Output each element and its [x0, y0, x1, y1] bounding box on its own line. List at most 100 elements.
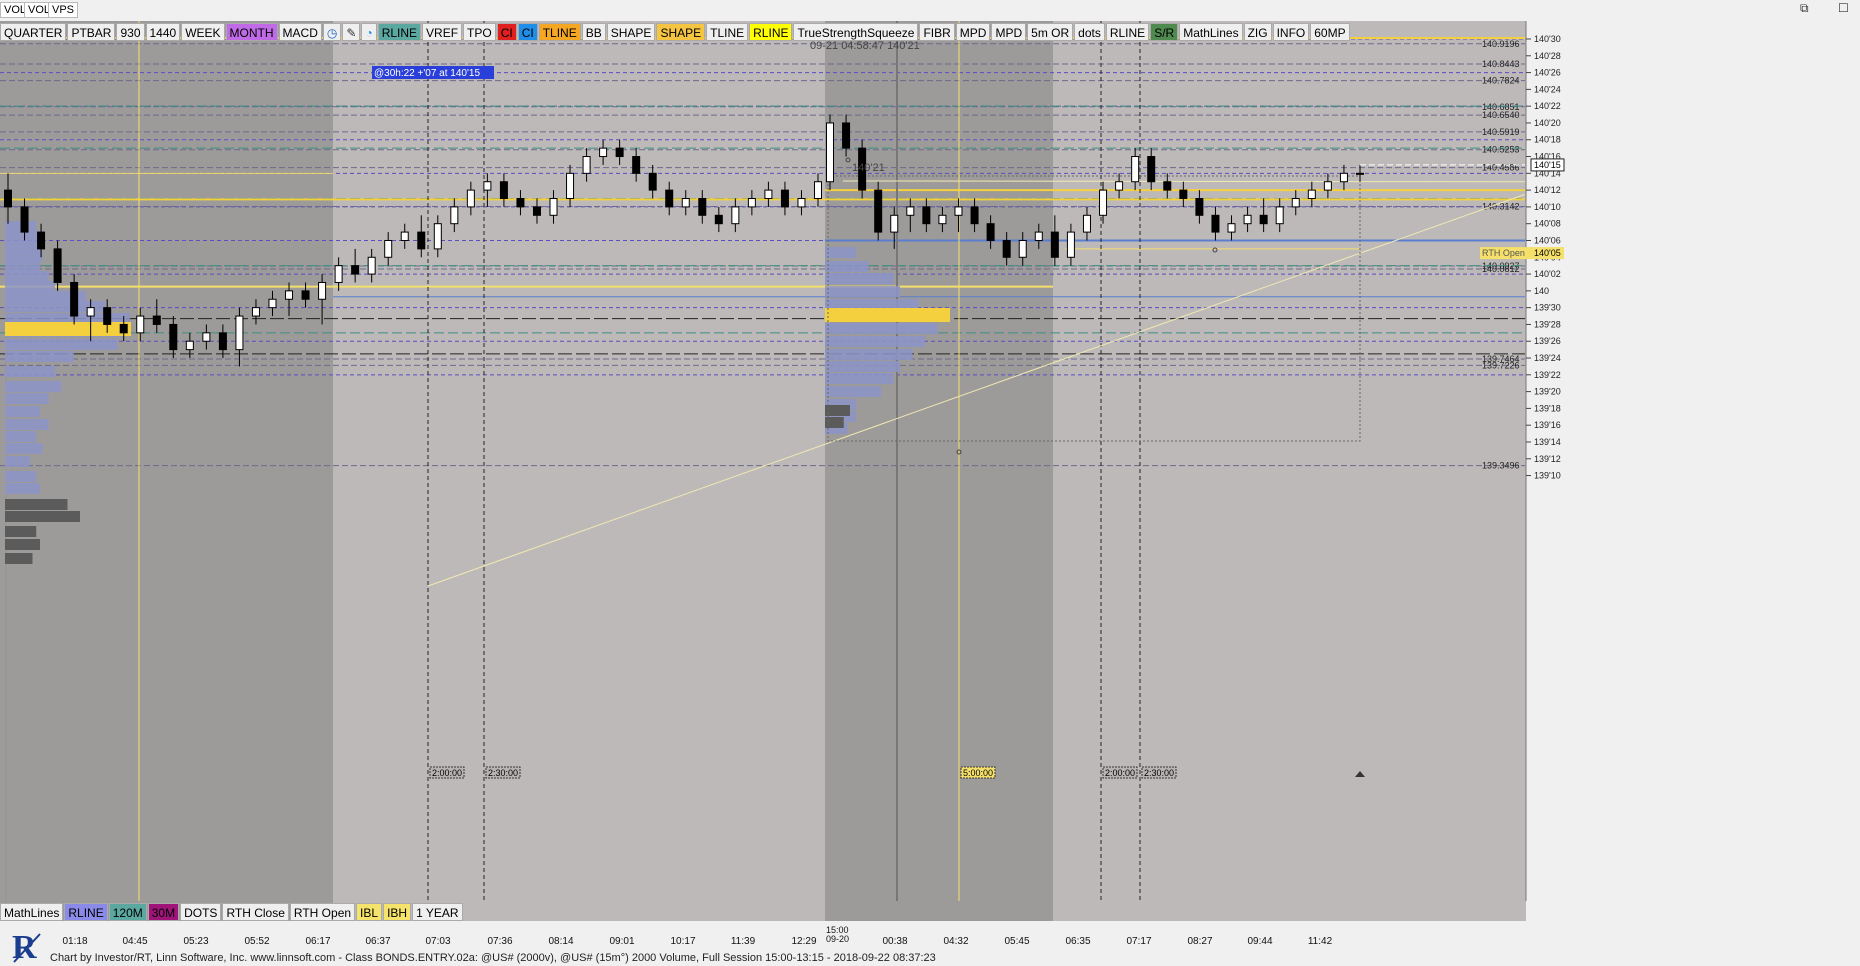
- toolbar-button-23[interactable]: MPD: [955, 23, 991, 41]
- toolbar-button-17[interactable]: SHAPE: [606, 23, 656, 41]
- volume-profile-bar: [5, 393, 49, 404]
- candle: [301, 290, 310, 300]
- price-chart[interactable]: 140.9196140.8443140.7824140.6851140.6540…: [0, 21, 1860, 921]
- toolbar-button-22[interactable]: FIBR: [919, 23, 955, 41]
- volume-profile-bar: [5, 366, 55, 377]
- toolbar-button-21[interactable]: TrueStrengthSqueeze: [793, 23, 919, 41]
- volume-profile-bar: [5, 431, 37, 442]
- toolbar-button-25[interactable]: 5m OR: [1027, 23, 1074, 41]
- candle: [549, 198, 558, 216]
- y-tick-label: 140'08: [1534, 219, 1561, 229]
- toolbar-button-9[interactable]: ◔: [361, 23, 377, 41]
- bottom-button-2[interactable]: 120M: [108, 903, 147, 921]
- y-tick-label: 139'12: [1534, 454, 1561, 464]
- rth-open-label: RTH Open: [1482, 248, 1525, 258]
- price-level-label: 139.7226: [1482, 360, 1520, 370]
- candle: [1115, 181, 1124, 191]
- toolbar-button-24[interactable]: MPD: [991, 23, 1027, 41]
- y-tick-label: 140'28: [1534, 51, 1561, 61]
- toolbar-button-29[interactable]: MathLines: [1179, 23, 1243, 41]
- poc-bar-2: [825, 308, 950, 322]
- volume-profile-bar: [5, 271, 49, 282]
- toolbar-button-14[interactable]: CI: [517, 23, 538, 41]
- toolbar-button-26[interactable]: dots: [1074, 23, 1105, 41]
- volume-profile-bar: [825, 286, 900, 297]
- bottom-indicator-toolbar: MathLines RLINE 120M 30M DOTS RTH Close RTH Op…: [0, 902, 464, 922]
- candle: [367, 256, 376, 275]
- candle: [334, 265, 343, 283]
- bottom-button-7[interactable]: IBL: [356, 903, 383, 921]
- bottom-button-9[interactable]: 1 YEAR: [412, 903, 463, 921]
- price-level-label: 140.5253: [1482, 145, 1520, 155]
- toolbar-button-2[interactable]: 930: [116, 23, 145, 41]
- candle: [499, 181, 508, 200]
- candle: [1099, 189, 1108, 216]
- toolbar-button-10[interactable]: RLINE: [377, 23, 422, 41]
- tab-vps[interactable]: VPS: [48, 2, 79, 18]
- volume-profile-bar: [825, 273, 894, 284]
- price-level-label: 139.3496: [1482, 461, 1520, 471]
- y-tick-label: 140'18: [1534, 135, 1561, 145]
- toolbar-button-5[interactable]: MONTH: [225, 23, 278, 41]
- toolbar-button-31[interactable]: INFO: [1272, 23, 1310, 41]
- toolbar-button-30[interactable]: ZIG: [1243, 23, 1272, 41]
- toolbar-button-0[interactable]: QUARTER: [0, 23, 67, 41]
- toolbar-button-11[interactable]: VREF: [422, 23, 463, 41]
- volume-profile-bar: [825, 349, 913, 360]
- bottom-button-3[interactable]: 30M: [147, 903, 180, 921]
- maximize-icon[interactable]: ☐: [1838, 1, 1849, 15]
- candle: [1227, 223, 1236, 233]
- volume-profile-bar: [825, 261, 869, 272]
- x-tick-label: 05:52: [244, 936, 270, 947]
- toolbar-button-32[interactable]: 60MP: [1310, 23, 1350, 41]
- volume-profile-bar: [5, 471, 37, 482]
- volume-profile-bar: [5, 381, 62, 392]
- toolbar-button-15[interactable]: TLINE: [538, 23, 581, 41]
- toolbar-button-20[interactable]: RLINE: [749, 23, 793, 41]
- bottom-button-1[interactable]: RLINE: [64, 903, 108, 921]
- footer-caption: Chart by Investor/RT, Linn Software, Inc…: [50, 952, 936, 964]
- volume-profile-bar: [5, 456, 30, 467]
- bottom-button-4[interactable]: DOTS: [180, 903, 222, 921]
- bottom-button-6[interactable]: RTH Open: [289, 903, 356, 921]
- toolbar-button-16[interactable]: BB: [581, 23, 606, 41]
- toolbar-button-12[interactable]: TPO: [463, 23, 496, 41]
- candle: [400, 231, 409, 241]
- candle: [1163, 181, 1172, 191]
- bottom-button-0[interactable]: MathLines: [0, 903, 64, 921]
- bottom-button-5[interactable]: RTH Close: [222, 903, 289, 921]
- candle: [826, 122, 834, 183]
- price-level-label: 140.7824: [1482, 76, 1520, 86]
- session-box-label: 2:30:00: [488, 768, 518, 778]
- toolbar-button-13[interactable]: CI: [496, 23, 517, 41]
- candle: [1211, 214, 1220, 233]
- candle: [874, 189, 883, 233]
- toolbar-button-8[interactable]: ✎: [342, 23, 361, 41]
- candle: [483, 181, 492, 191]
- candle: [1356, 172, 1364, 175]
- restore-icon[interactable]: ⧉: [1800, 1, 1809, 16]
- toolbar-button-27[interactable]: RLINE: [1105, 23, 1150, 41]
- candle: [136, 315, 145, 334]
- toolbar-button-4[interactable]: WEEK: [181, 23, 225, 41]
- price-level-label: 140.6540: [1482, 110, 1520, 120]
- toolbar-button-3[interactable]: 1440: [145, 23, 181, 41]
- candle: [1307, 189, 1316, 200]
- toolbar-button-19[interactable]: TLINE: [706, 23, 749, 41]
- toolbar-button-28[interactable]: S/R: [1150, 23, 1179, 41]
- volume-profile-bar: [5, 443, 43, 454]
- bottom-button-8[interactable]: IBH: [383, 903, 412, 921]
- toolbar-button-6[interactable]: MACD: [278, 23, 322, 41]
- y-tick-label: 139'16: [1534, 420, 1561, 430]
- candle: [119, 323, 128, 334]
- price-level-label: 140.8443: [1482, 59, 1520, 69]
- candle: [251, 307, 260, 317]
- toolbar-button-7[interactable]: ◷: [322, 23, 342, 41]
- candle: [1066, 231, 1075, 258]
- y-tick-label: 139'18: [1534, 403, 1561, 413]
- toolbar-button-1[interactable]: PTBAR: [67, 23, 116, 41]
- volume-profile-bar: [5, 406, 40, 417]
- toolbar-button-18[interactable]: SHAPE: [656, 23, 706, 41]
- volume-profile-bar: [5, 241, 40, 252]
- y-tick-label: 139'10: [1534, 471, 1561, 481]
